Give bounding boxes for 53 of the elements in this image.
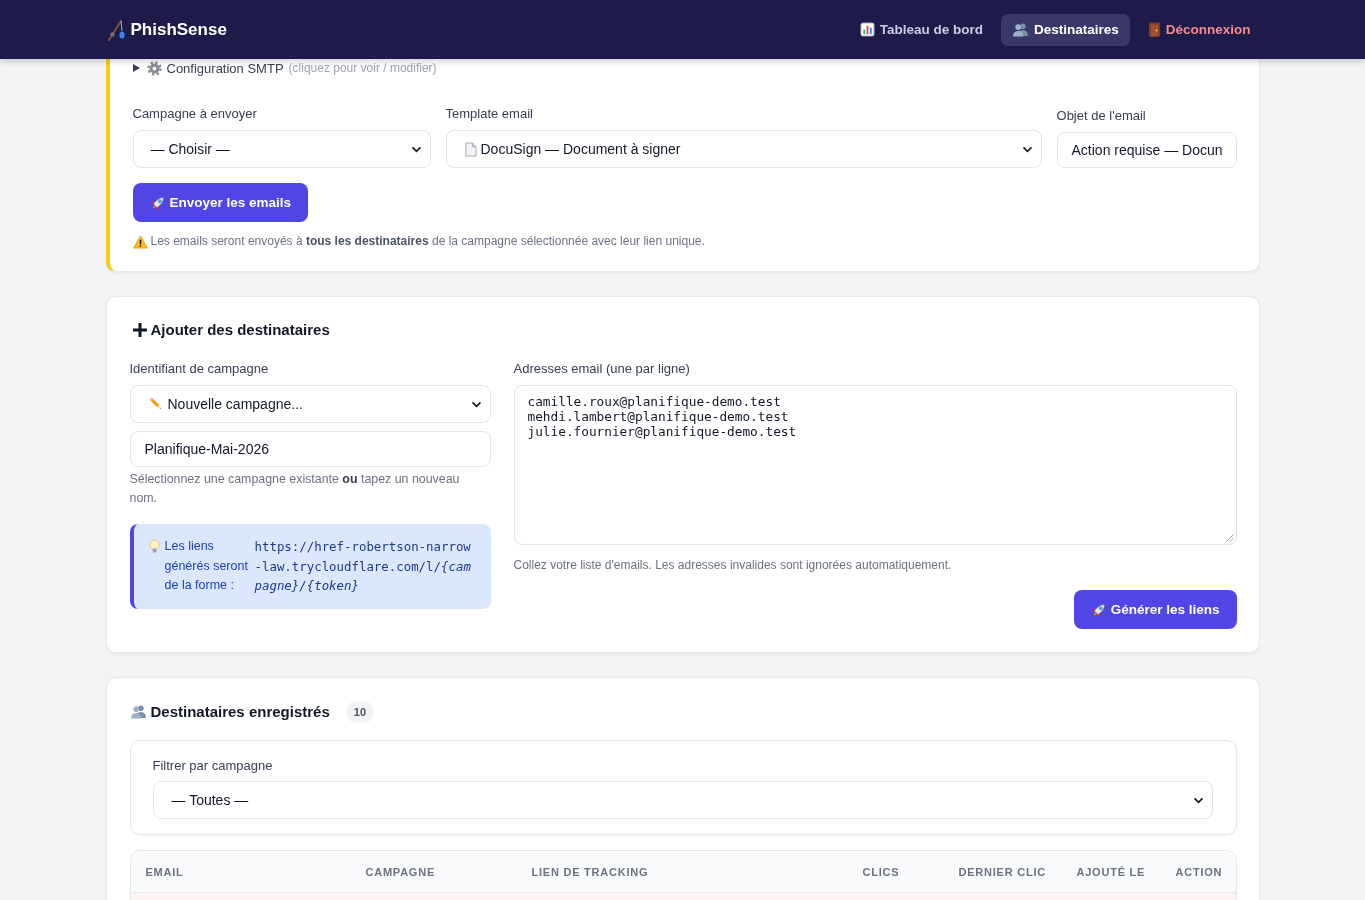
- smtp-config-toggle[interactable]: Configuration SMTP (cliquez pour voir / modifier): [132, 59, 437, 77]
- warning-text: Les emails seront envoyés à tous les destinataires de la campagne sélectionnée avec leur lien unique.: [150, 233, 705, 250]
- select-field[interactable]: — Choisir —: [132, 130, 431, 168]
- text-field[interactable]: Action requise — Docun: [1056, 132, 1237, 168]
- people-icon: [1011, 22, 1029, 37]
- fishing-rod-icon: [105, 18, 126, 41]
- email-textarea[interactable]: camille.roux@planifique-demo.test mehdi.lambert@planifique-demo.test julie.fournier@planifique-demo.test: [513, 385, 1237, 545]
- gear-icon: [146, 60, 162, 76]
- primary-button[interactable]: Envoyer les emails: [132, 183, 309, 222]
- people-icon: [129, 704, 147, 719]
- column-header: LIEN DE TRACKING: [530, 865, 650, 878]
- field-label: Adresses email (une par ligne): [513, 360, 691, 377]
- pencil-icon: [147, 396, 164, 412]
- door-icon: [1147, 22, 1161, 37]
- brand-name: PhishSense: [130, 19, 227, 40]
- nav-link[interactable]: Destinataires: [1000, 13, 1130, 46]
- plus-icon: [132, 322, 147, 337]
- primary-button[interactable]: Générer les liens: [1073, 590, 1237, 629]
- chevron-down-icon: [410, 145, 422, 153]
- info-text: Les liens générés seront de la forme :: [164, 538, 249, 594]
- field-label: Filtrer par campagne: [152, 757, 274, 774]
- document-icon: [463, 141, 477, 157]
- count-badge: 10: [345, 700, 374, 723]
- section-title: Destinataires enregistrés: [150, 703, 330, 720]
- column-header: DERNIER CLIC: [957, 865, 1047, 878]
- select-field[interactable]: — Toutes —: [152, 781, 1213, 819]
- help-text: Collez votre liste d'emails. Les adresses invalides sont ignorées automatiquement.: [513, 557, 953, 574]
- field-label: Objet de l'email: [1056, 107, 1147, 124]
- resize-grip-icon: [1225, 534, 1234, 542]
- help-text: Sélectionnez une campagne existante ou tapez un nouveau nom.: [129, 471, 461, 507]
- select-field[interactable]: Nouvelle campagne...: [129, 385, 491, 423]
- nav-link[interactable]: Tableau de bord: [848, 13, 994, 46]
- section-title: Ajouter des destinataires: [150, 321, 330, 338]
- warning-icon: [132, 234, 148, 249]
- lightbulb-icon: [148, 539, 160, 554]
- bar-chart-icon: [859, 22, 875, 37]
- column-header: ACTION: [1174, 865, 1224, 878]
- column-header: AJOUTÉ LE: [1075, 865, 1147, 878]
- logout-link[interactable]: Déconnexion: [1136, 13, 1262, 46]
- chevron-down-icon: [470, 400, 482, 408]
- column-header: CLICS: [861, 865, 901, 878]
- rocket-icon: [149, 194, 166, 211]
- field-label: Template email: [445, 105, 534, 122]
- field-label: Campagne à envoyer: [132, 105, 258, 122]
- rocket-icon: [1090, 601, 1107, 618]
- column-header: CAMPAGNE: [364, 865, 436, 878]
- chevron-down-icon: [1021, 145, 1033, 153]
- chevron-down-icon: [1192, 796, 1204, 804]
- select-field[interactable]: DocuSign — Document à signer: [445, 130, 1042, 168]
- link-pattern: https://href-robertson-narrow-law.trycloudflare.com/l/{campagne}/{token}: [254, 538, 471, 595]
- column-header: EMAIL: [144, 865, 185, 878]
- field-label: Identifiant de campagne: [129, 360, 270, 377]
- text-field[interactable]: Planifique-Mai-2026: [129, 431, 491, 467]
